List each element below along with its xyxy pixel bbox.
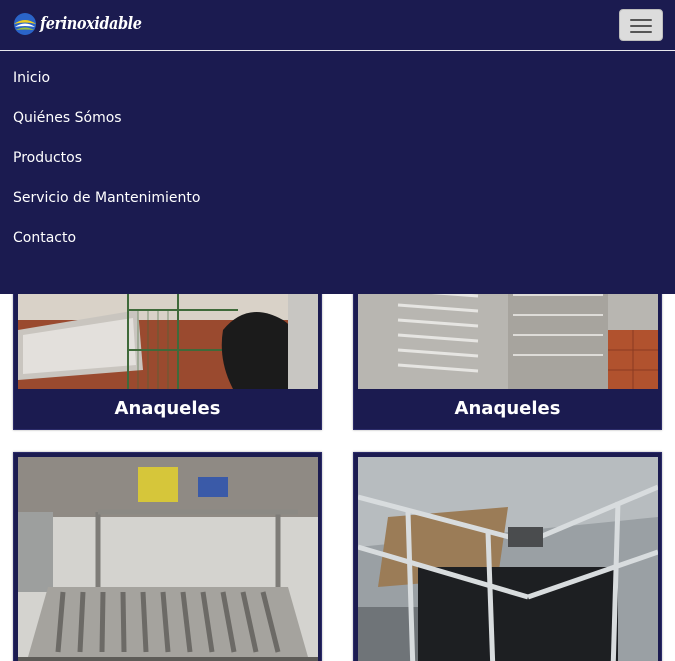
brand-link[interactable]: ferinoxidable [13,12,159,36]
product-card[interactable] [353,452,662,661]
product-photo [18,457,318,661]
nav-item-inicio[interactable]: Inicio [0,58,675,98]
navbar-toggle-button[interactable] [619,9,663,41]
product-photo [358,457,658,661]
product-caption[interactable]: Anaqueles [14,389,321,429]
brand-globe-icon [13,12,37,36]
product-caption[interactable]: Anaqueles [354,389,661,429]
nav-item-contacto[interactable]: Contacto [0,218,675,258]
nav-item-productos[interactable]: Productos [0,138,675,178]
navbar-header: ferinoxidable [0,0,675,51]
nav-menu: Inicio Quiénes Sómos Productos Servicio … [0,58,675,258]
nav-item-servicio-mantenimiento[interactable]: Servicio de Mantenimiento [0,178,675,218]
brand-name: ferinoxidable [40,14,142,34]
navbar: ferinoxidable Inicio Quiénes Sómos Produ… [0,0,675,294]
product-card[interactable] [13,452,322,661]
nav-item-quienes-somos[interactable]: Quiénes Sómos [0,98,675,138]
